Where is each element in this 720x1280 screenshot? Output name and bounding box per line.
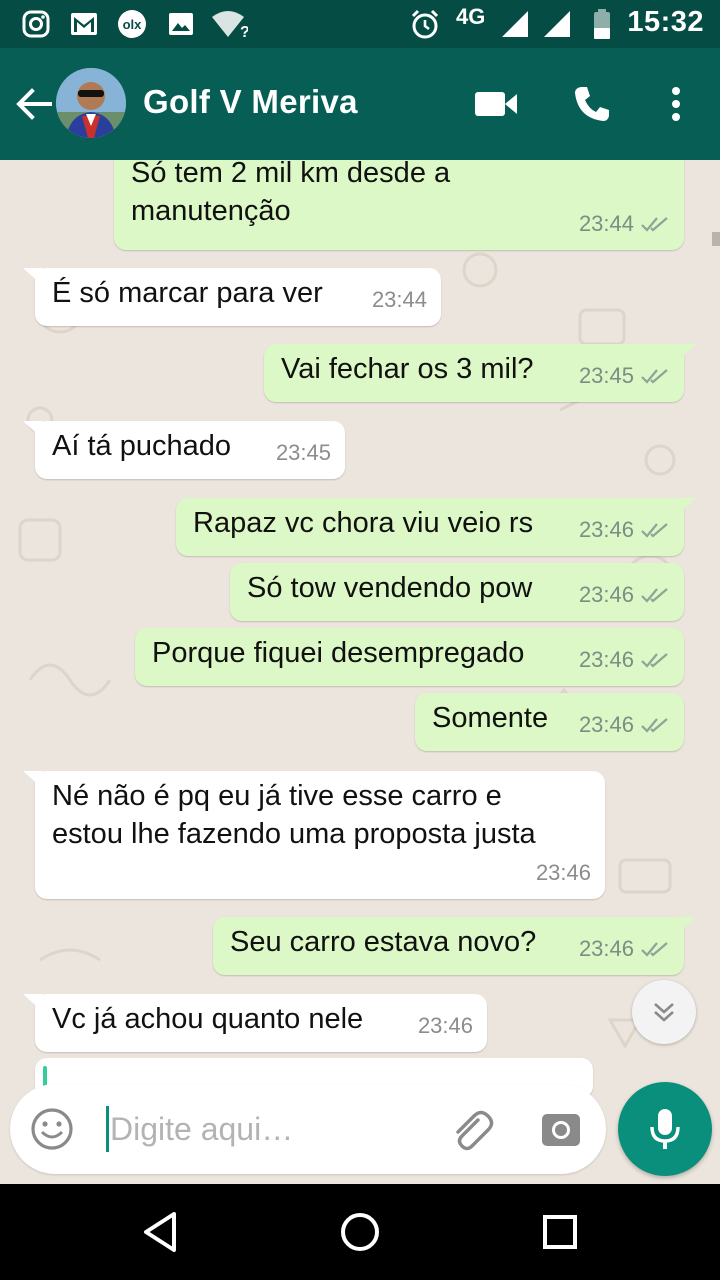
message-bubble-outgoing[interactable]: Só tow vendendo pow 23:46 (230, 563, 684, 621)
message-bubble-incoming[interactable]: É só marcar para ver 23:44 (23, 268, 441, 326)
message-time: 23:44 (371, 287, 427, 312)
message-bubble-outgoing[interactable]: Seu carro estava novo? 23:46 (213, 917, 696, 975)
message-bubble-outgoing[interactable]: Somente 23:46 (415, 693, 684, 751)
recents-square-icon[interactable] (536, 1208, 584, 1256)
message-time: 23:44 (578, 211, 634, 236)
message-time: 23:46 (578, 647, 634, 672)
message-bubble-outgoing[interactable]: Porque fiquei desempregado 23:46 (135, 628, 684, 686)
message-time: 23:46 (578, 936, 634, 961)
back-arrow-icon[interactable] (12, 82, 56, 126)
message-text: É só marcar para ver (52, 277, 323, 309)
battery-icon (590, 8, 614, 40)
double-chevron-down-icon (654, 1003, 674, 1022)
double-check-icon (641, 588, 668, 603)
double-check-icon (641, 942, 668, 957)
message-time: 23:46 (578, 517, 634, 542)
message-bubble-incoming[interactable]: Aí tá puchado 23:45 (23, 421, 345, 479)
message-text: Né não é pq eu já tive esse carro e estou… (52, 780, 536, 850)
message-time: 23:46 (578, 712, 634, 737)
double-check-icon (641, 217, 668, 232)
double-check-icon (641, 718, 668, 733)
emoji-icon[interactable] (30, 1107, 74, 1151)
more-vert-icon[interactable] (648, 76, 704, 132)
message-time: 23:46 (535, 860, 591, 885)
olx-icon: olx (114, 8, 150, 40)
double-check-icon (641, 653, 668, 668)
instagram-icon (20, 8, 52, 40)
camera-icon[interactable] (538, 1106, 584, 1152)
message-time: 23:46 (417, 1013, 473, 1038)
system-navigation-bar (0, 1184, 720, 1280)
message-time: 23:46 (578, 582, 634, 607)
message-text: Só tem 2 mil km desde a manutenção (131, 160, 451, 227)
signal-icon (540, 8, 574, 40)
alarm-icon (408, 8, 442, 40)
message-text: Rapaz vc chora viu veio rs (193, 507, 534, 539)
message-text: Seu carro estava novo? (230, 926, 537, 958)
message-text: Vc já achou quanto nele (52, 1003, 364, 1035)
gmail-icon (68, 8, 100, 40)
voice-record-button[interactable] (618, 1082, 712, 1176)
network-type: 4G (456, 4, 486, 29)
text-caret (106, 1106, 109, 1152)
scrollbar[interactable] (712, 232, 720, 246)
message-bubble-outgoing[interactable]: Só tem 2 mil km desde a manutenção 23:44 (114, 160, 684, 250)
message-bubble-incoming[interactable]: Né não é pq eu já tive esse carro e estou… (23, 771, 605, 899)
message-bubble-outgoing[interactable]: Rapaz vc chora viu veio rs 23:46 (176, 498, 696, 556)
video-call-icon[interactable] (468, 76, 524, 132)
message-text: Porque fiquei desempregado (152, 637, 525, 669)
chat-header: Golf V Meriva (0, 48, 720, 160)
contact-name[interactable]: Golf V Meriva (143, 83, 358, 121)
chat-area[interactable]: Só tem 2 mil km desde a manutenção 23:44 … (0, 160, 720, 1184)
message-text: Só tow vendendo pow (247, 572, 533, 604)
double-check-icon (641, 523, 668, 538)
avatar[interactable] (56, 68, 126, 138)
signal-icon (498, 8, 532, 40)
mic-icon (650, 1109, 680, 1149)
message-time: 23:45 (578, 363, 634, 388)
scroll-down-button[interactable] (632, 980, 696, 1044)
message-bubble-incoming[interactable]: Vc já achou quanto nele 23:46 (23, 994, 487, 1052)
message-composer (10, 1084, 606, 1174)
message-bubble-outgoing[interactable]: Vai fechar os 3 mil? 23:45 (264, 344, 696, 402)
message-text: Aí tá puchado (52, 430, 231, 462)
message-text: Somente (432, 702, 549, 734)
home-circle-icon[interactable] (336, 1208, 384, 1256)
attach-icon[interactable] (448, 1106, 494, 1152)
message-input[interactable] (110, 1104, 430, 1154)
wifi-unknown-icon: ? (210, 8, 248, 40)
status-bar: olx ? 4G 15:32 (0, 0, 720, 48)
message-time: 23:45 (275, 440, 331, 465)
message-text: Vai fechar os 3 mil? (281, 353, 534, 385)
clock: 15:32 (627, 6, 704, 38)
svg-text:olx: olx (123, 17, 143, 32)
back-triangle-icon[interactable] (136, 1208, 184, 1256)
double-check-icon (641, 369, 668, 384)
phone-icon[interactable] (564, 76, 620, 132)
svg-text:?: ? (240, 24, 248, 39)
image-icon (166, 8, 196, 40)
